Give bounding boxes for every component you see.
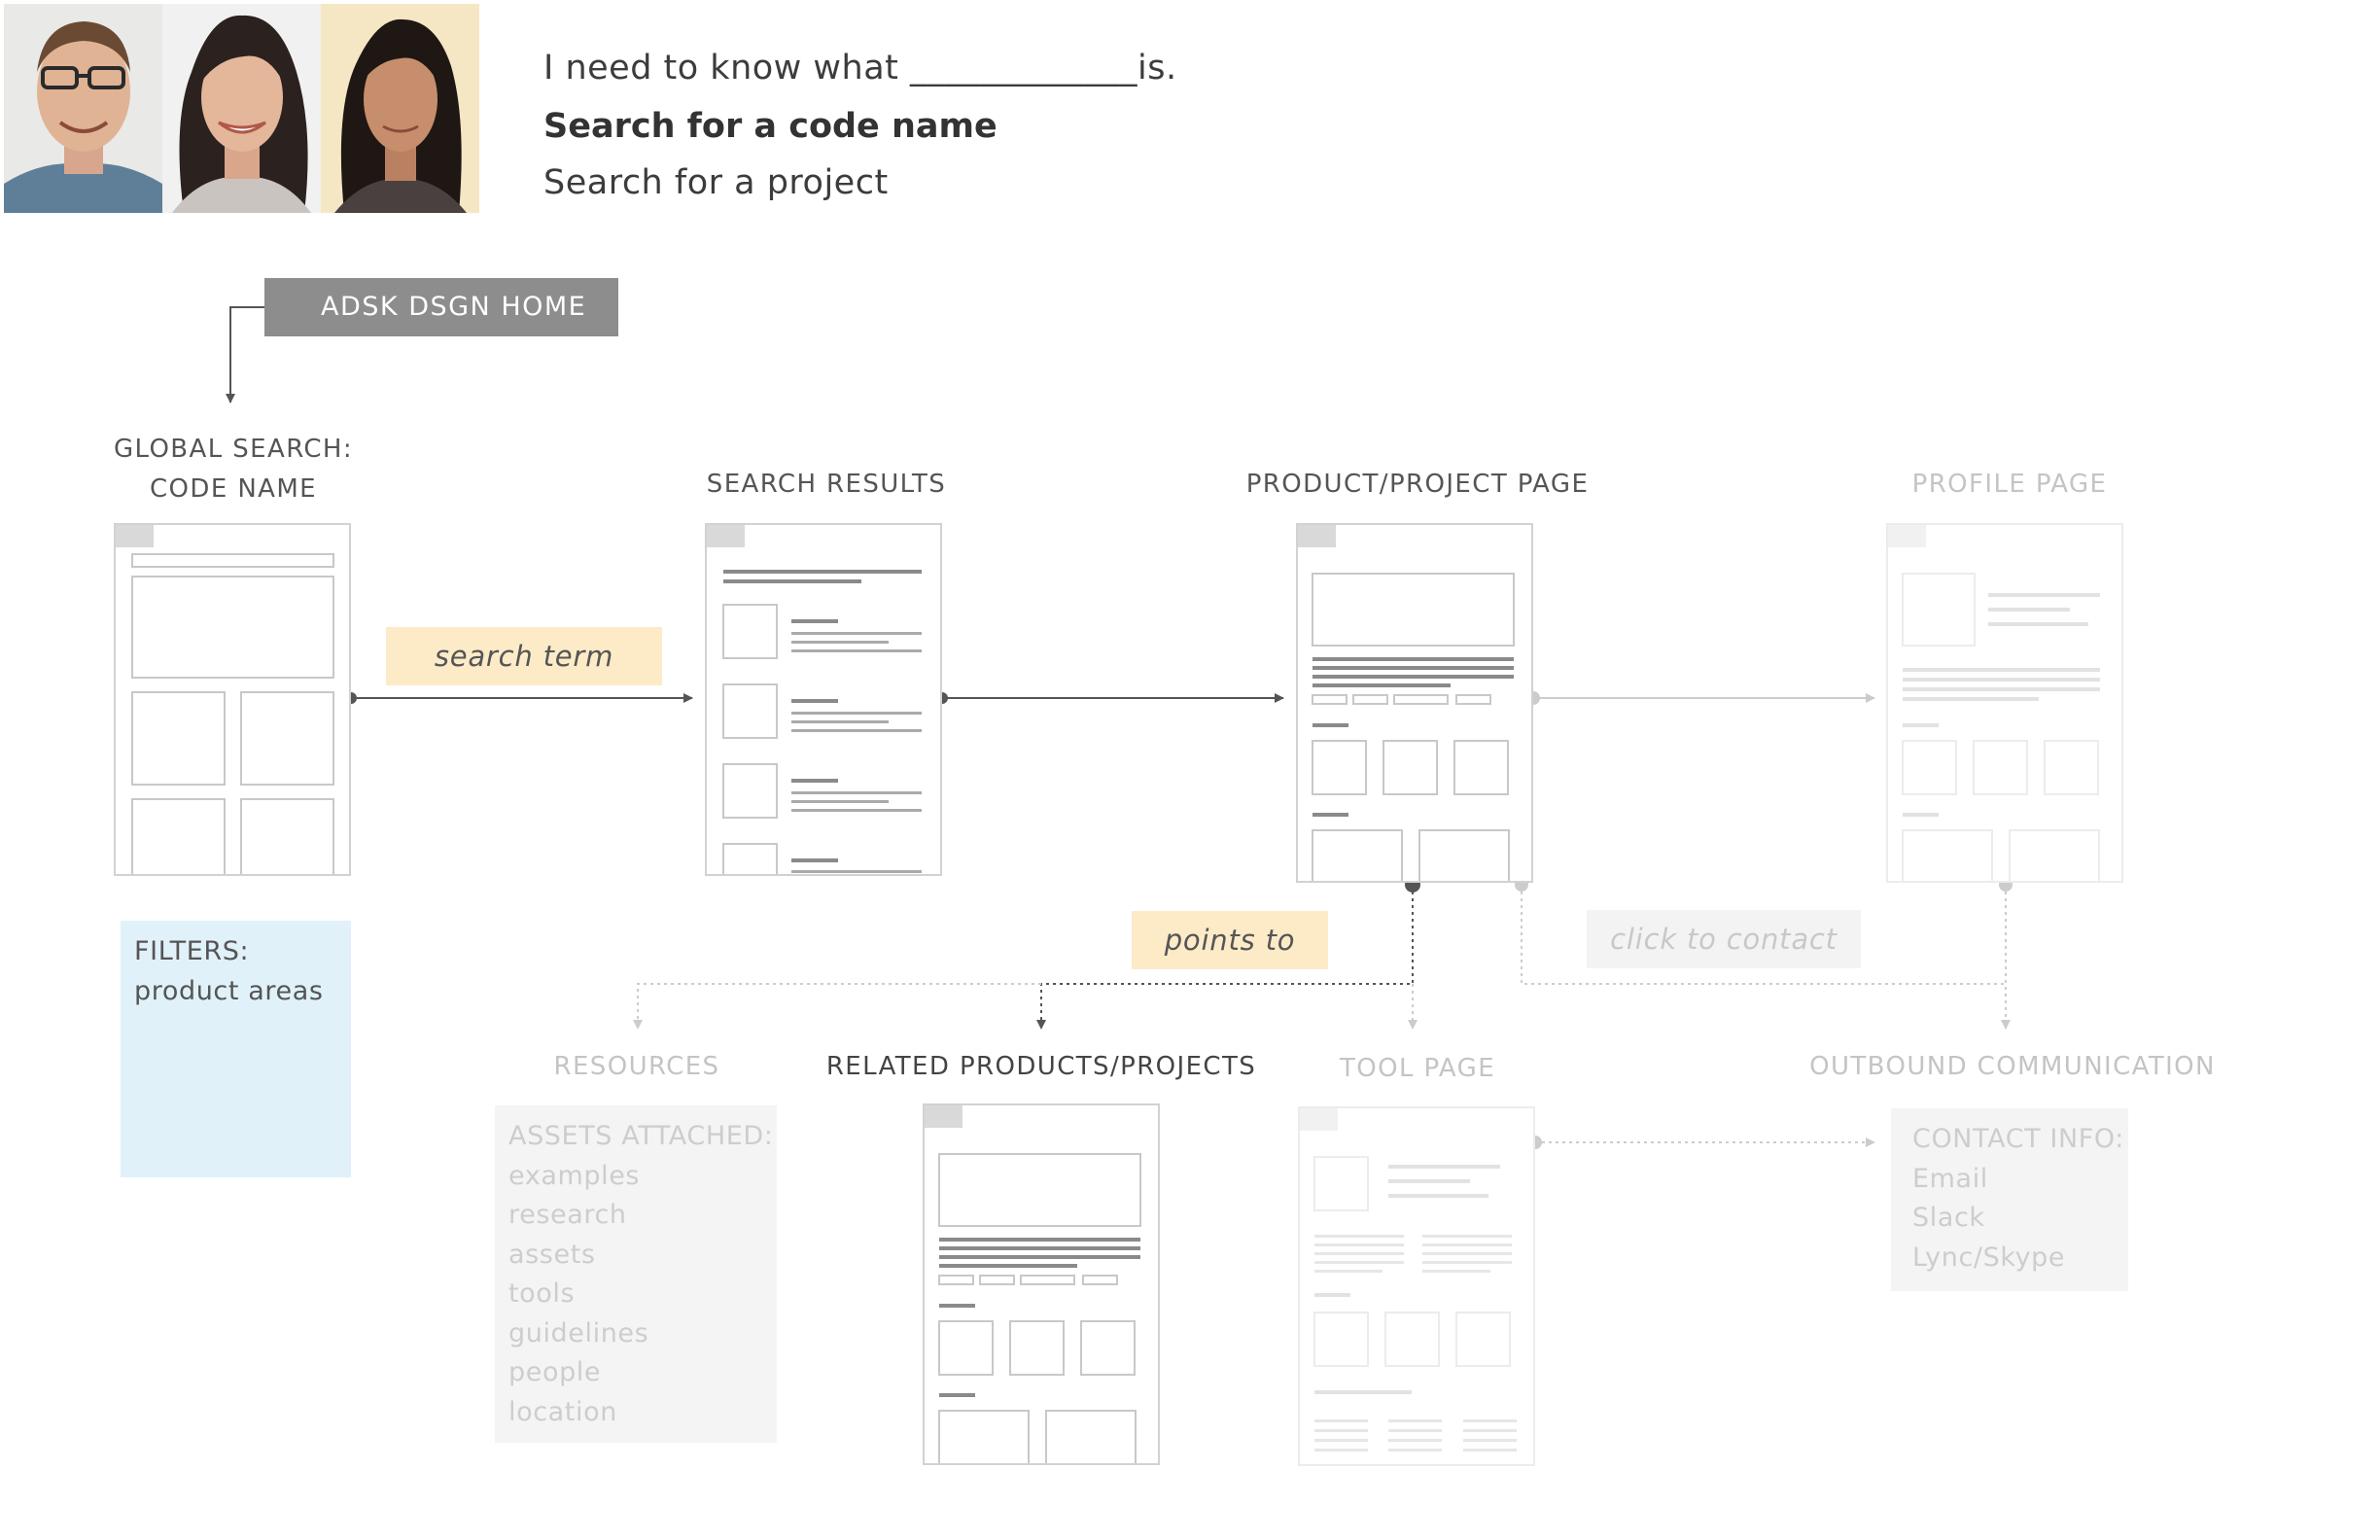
asset-item: assets xyxy=(508,1239,596,1270)
title-global-search-line2: CODE NAME xyxy=(149,474,318,504)
title-profile-page: PROFILE PAGE xyxy=(1911,470,2108,499)
asset-item: people xyxy=(508,1357,602,1387)
tag-click-to-contact: click to contact xyxy=(1587,910,1861,968)
contact-item: Slack xyxy=(1912,1203,1985,1233)
title-global-search: GLOBAL SEARCH: CODE NAME xyxy=(97,430,369,509)
wireframe-profile-page xyxy=(1886,523,2123,885)
asset-item: research xyxy=(508,1200,627,1230)
title-search-results: SEARCH RESULTS xyxy=(706,470,947,499)
wireframe-global-search xyxy=(114,523,351,878)
title-outbound: OUTBOUND COMMUNICATION xyxy=(1809,1052,2216,1081)
wireframe-search-results xyxy=(705,523,942,884)
contact-item: Lync/Skype xyxy=(1912,1242,2066,1273)
wireframe-product-page xyxy=(1296,523,1533,885)
filters-note: FILTERS: product areas xyxy=(121,921,351,1177)
contact-note: CONTACT INFO: Email Slack Lync/Skype xyxy=(1891,1108,2128,1291)
asset-item: examples xyxy=(508,1160,641,1191)
asset-item: location xyxy=(508,1396,617,1427)
tag-search-term: search term xyxy=(386,627,662,685)
filters-heading: FILTERS: xyxy=(134,936,250,966)
wireframe-tool-page xyxy=(1298,1106,1535,1466)
asset-item: tools xyxy=(508,1278,576,1309)
wireframe-related xyxy=(923,1103,1160,1465)
title-related: RELATED PRODUCTS/PROJECTS xyxy=(825,1052,1257,1081)
assets-heading: ASSETS ATTACHED: xyxy=(508,1121,774,1151)
assets-note: ASSETS ATTACHED: examples research asset… xyxy=(495,1105,777,1443)
contact-heading: CONTACT INFO: xyxy=(1912,1124,2124,1154)
title-product-page: PRODUCT/PROJECT PAGE xyxy=(1245,470,1590,499)
asset-item: guidelines xyxy=(508,1317,649,1348)
tag-points-to: points to xyxy=(1132,911,1328,969)
contact-item: Email xyxy=(1912,1163,1988,1194)
title-global-search-line1: GLOBAL SEARCH: xyxy=(113,435,354,464)
title-tool-page: TOOL PAGE xyxy=(1339,1054,1496,1083)
title-resources: RESOURCES xyxy=(553,1052,720,1081)
filters-item: product areas xyxy=(134,975,324,1006)
entry-point-box: ADSK DSGN HOME xyxy=(264,278,618,336)
